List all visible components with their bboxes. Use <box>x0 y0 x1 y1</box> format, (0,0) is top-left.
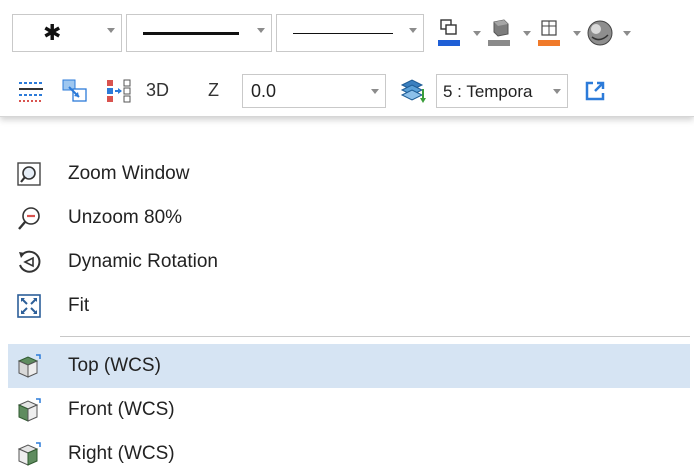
chevron-down-icon[interactable] <box>523 31 531 36</box>
marker-style-dropdown[interactable]: ✱ <box>12 14 122 52</box>
right-view-icon <box>17 442 41 466</box>
external-link-icon <box>585 81 605 101</box>
menu-item-zoom-window[interactable]: Zoom Window <box>8 152 690 196</box>
menu-item-right-wcs[interactable]: Right (WCS) <box>8 432 690 476</box>
unzoom-icon <box>18 207 40 230</box>
z-value-combo[interactable]: 0.0 <box>242 74 386 108</box>
chevron-down-icon <box>107 28 115 33</box>
layer-arrange-icon <box>107 79 131 103</box>
z-value[interactable]: 0.0 <box>251 81 276 102</box>
pen-color-button[interactable] <box>434 16 464 50</box>
menu-item-label: Fit <box>68 295 90 316</box>
menu-item-top-wcs[interactable]: Top (WCS) <box>8 344 690 388</box>
menu-item-label: Dynamic Rotation <box>68 251 218 272</box>
menu-item-label: Front (WCS) <box>68 399 175 420</box>
label-3d[interactable]: 3D <box>146 80 169 101</box>
material-sphere-icon <box>587 20 613 46</box>
chevron-down-icon <box>257 28 265 33</box>
fill-color-icon <box>538 20 560 46</box>
marker-symbol: ✱ <box>43 20 62 45</box>
chevron-down-icon <box>409 28 417 33</box>
surface-color-icon <box>488 19 510 46</box>
surface-color-button[interactable] <box>484 16 514 50</box>
layers-stack-icon <box>400 79 426 103</box>
menu-item-label: Top (WCS) <box>68 355 161 376</box>
chevron-down-icon[interactable] <box>573 31 581 36</box>
line-weight-preview <box>143 32 239 35</box>
zoom-window-icon <box>17 162 41 186</box>
menu-item-label: Right (WCS) <box>68 443 175 464</box>
menu-item-label: Zoom Window <box>68 163 190 184</box>
line-weight-dropdown[interactable] <box>126 14 272 52</box>
menu-item-fit[interactable]: Fit <box>8 284 690 328</box>
line-hatch-button[interactable] <box>16 76 46 106</box>
layer-value[interactable]: 5 : Tempora <box>443 82 549 102</box>
dynamic-rotation-icon <box>19 250 41 273</box>
chevron-down-icon[interactable] <box>473 31 481 36</box>
move-layer-icon <box>62 79 87 102</box>
front-view-icon <box>17 398 41 422</box>
render-material-button[interactable] <box>584 16 616 50</box>
fit-icon <box>17 294 41 318</box>
menu-item-dynamic-rotation[interactable]: Dynamic Rotation <box>8 240 690 284</box>
label-z: Z <box>208 80 219 100</box>
menu-item-label: Unzoom 80% <box>68 207 183 228</box>
open-external-button[interactable] <box>580 76 610 106</box>
top-view-icon <box>17 354 41 378</box>
line-type-dropdown[interactable] <box>276 14 424 52</box>
move-to-layer-button[interactable] <box>60 76 90 106</box>
hatch-lines-icon <box>19 82 43 102</box>
menu-item-unzoom[interactable]: Unzoom 80% <box>8 196 690 240</box>
toolbar: ✱ 3D Z 0.0 5: Tempora <box>0 0 694 117</box>
chevron-down-icon <box>553 89 561 94</box>
pen-color-icon <box>438 19 460 46</box>
chevron-down-icon <box>371 89 379 94</box>
menu-item-front-wcs[interactable]: Front (WCS) <box>8 388 690 432</box>
fill-color-button[interactable] <box>534 16 564 50</box>
layer-arrange-button[interactable] <box>104 76 134 106</box>
layer-combo[interactable]: 5 : Tempora <box>436 74 568 108</box>
line-type-preview <box>293 33 393 34</box>
chevron-down-icon[interactable] <box>623 31 631 36</box>
layer-button[interactable] <box>398 76 428 106</box>
menu-separator <box>60 336 690 337</box>
